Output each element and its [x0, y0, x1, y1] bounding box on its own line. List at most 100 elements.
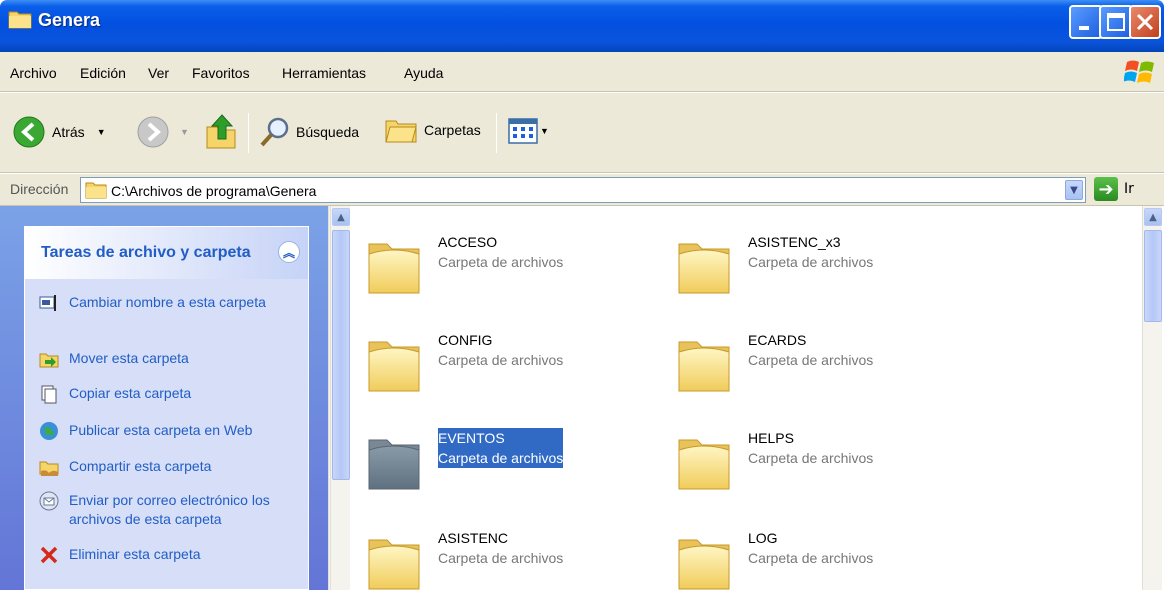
toolbar-separator — [496, 113, 497, 153]
rename-icon — [39, 293, 59, 313]
up-folder-icon — [206, 114, 236, 149]
back-button[interactable]: Atrás ▼ — [12, 115, 106, 149]
file-folder-tasks: Tareas de archivo y carpeta ︽ Cambiar no… — [24, 226, 309, 590]
folder-icon — [85, 182, 107, 199]
folder-icon — [678, 341, 730, 392]
file-name: HELPS — [748, 430, 794, 446]
folder-item-ecards[interactable]: ECARDS Carpeta de archivos — [676, 330, 873, 394]
task-label: Mover esta carpeta — [69, 350, 189, 366]
file-name: ACCESO — [438, 234, 498, 250]
file-type: Carpeta de archivos — [748, 450, 874, 466]
file-name: LOG — [748, 530, 778, 546]
menu-favoritos[interactable]: Favoritos — [192, 65, 250, 81]
menu-ayuda[interactable]: Ayuda — [404, 65, 443, 81]
folder-icon — [8, 11, 32, 29]
task-share[interactable]: Compartir esta carpeta — [39, 457, 289, 477]
folder-item-config[interactable]: CONFIG Carpeta de archivos — [366, 330, 563, 394]
close-icon — [1136, 13, 1154, 31]
folder-icon — [368, 243, 420, 294]
file-type: Carpeta de archivos — [748, 550, 874, 566]
task-label: Compartir esta carpeta — [69, 458, 212, 474]
task-rename[interactable]: Cambiar nombre a esta carpeta — [39, 293, 289, 313]
menu-herramientas[interactable]: Herramientas — [282, 65, 366, 81]
task-copy[interactable]: Copiar esta carpeta — [39, 384, 289, 404]
task-delete[interactable]: Eliminar esta carpeta — [39, 545, 289, 565]
task-move[interactable]: Mover esta carpeta — [39, 349, 289, 369]
minimize-button[interactable] — [1069, 5, 1103, 39]
task-label: Copiar esta carpeta — [69, 385, 192, 401]
go-label: Ir — [1124, 181, 1134, 197]
folder-item-log[interactable]: LOG Carpeta de archivos — [676, 528, 873, 590]
publish-web-icon — [39, 421, 59, 441]
go-arrow-icon: ➔ — [1094, 177, 1118, 201]
search-label: Búsqueda — [296, 124, 360, 140]
email-icon — [39, 491, 59, 511]
address-field[interactable]: C:\Archivos de programa\Genera ▼ — [80, 177, 1086, 203]
task-label: Cambiar nombre a esta carpeta — [69, 294, 266, 310]
title-bar[interactable]: Genera — [0, 0, 1164, 52]
search-button[interactable]: Búsqueda — [258, 115, 359, 149]
scroll-up-icon[interactable]: ▲ — [1144, 208, 1162, 226]
back-dropdown-icon[interactable]: ▼ — [97, 127, 106, 137]
go-button[interactable]: ➔ Ir — [1094, 177, 1134, 201]
task-email[interactable]: Enviar por correo electrónico los archiv… — [39, 491, 289, 529]
file-type: Carpeta de archivos — [438, 550, 564, 566]
task-panel-header[interactable]: Tareas de archivo y carpeta ︽ — [25, 227, 308, 279]
close-button[interactable] — [1129, 5, 1161, 39]
forward-arrow-icon — [137, 116, 169, 148]
file-list: ACCESO Carpeta de archivos ASISTENC_x3 C… — [350, 206, 1140, 590]
file-name: ECARDS — [748, 332, 807, 348]
forward-dropdown-icon[interactable]: ▼ — [180, 127, 189, 137]
address-dropdown-icon[interactable]: ▼ — [1065, 180, 1083, 200]
address-bar: Dirección C:\Archivos de programa\Genera… — [0, 174, 1164, 206]
folder-icon — [678, 539, 730, 590]
folder-icon — [368, 539, 420, 590]
address-path: C:\Archivos de programa\Genera — [111, 183, 317, 199]
file-list-scrollbar[interactable]: ▲ — [1142, 206, 1162, 590]
folder-item-helps[interactable]: HELPS Carpeta de archivos — [676, 428, 873, 492]
file-type: Carpeta de archivos — [748, 254, 874, 270]
scroll-up-icon[interactable]: ▲ — [332, 208, 350, 226]
address-label: Dirección — [10, 181, 69, 197]
menu-ver[interactable]: Ver — [148, 65, 169, 81]
task-label: Enviar por correo electrónico los archiv… — [69, 492, 270, 527]
forward-button[interactable]: ▼ — [136, 115, 189, 149]
task-publish[interactable]: Publicar esta carpeta en Web — [39, 421, 289, 441]
toolbar: Atrás ▼ ▼ Búsqueda Carpetas ▼ — [0, 93, 1164, 173]
share-icon — [39, 457, 59, 477]
file-type: Carpeta de archivos — [438, 450, 564, 466]
views-dropdown-icon[interactable]: ▼ — [540, 126, 549, 136]
scroll-thumb[interactable] — [332, 230, 350, 480]
task-panel: Tareas de archivo y carpeta ︽ Cambiar no… — [0, 206, 348, 590]
collapse-icon[interactable]: ︽ — [278, 241, 300, 263]
menu-edicion[interactable]: Edición — [80, 65, 126, 81]
folder-icon — [678, 439, 730, 490]
folder-item-acceso[interactable]: ACCESO Carpeta de archivos — [366, 232, 563, 296]
back-arrow-icon — [13, 116, 45, 148]
folder-icon — [368, 341, 420, 392]
scroll-thumb[interactable] — [1144, 230, 1162, 322]
folder-item-asistenc-x3[interactable]: ASISTENC_x3 Carpeta de archivos — [676, 232, 873, 296]
menu-bar: Archivo Edición Ver Favoritos Herramient… — [0, 52, 1164, 92]
windows-logo-icon — [1124, 60, 1154, 83]
views-button[interactable]: ▼ — [508, 117, 549, 145]
views-icon — [508, 118, 538, 144]
move-icon — [39, 349, 59, 369]
up-folder-button[interactable] — [204, 111, 238, 151]
file-type: Carpeta de archivos — [438, 352, 564, 368]
search-icon — [260, 117, 289, 147]
task-label: Publicar esta carpeta en Web — [69, 422, 253, 438]
folder-item-asistenc[interactable]: ASISTENC Carpeta de archivos — [366, 528, 563, 590]
maximize-button[interactable] — [1099, 5, 1133, 39]
file-type: Carpeta de archivos — [748, 352, 874, 368]
task-label: Eliminar esta carpeta — [69, 546, 201, 562]
menu-archivo[interactable]: Archivo — [10, 65, 57, 81]
folders-button[interactable]: Carpetas — [384, 115, 481, 145]
file-name: EVENTOS — [438, 430, 505, 446]
file-name: CONFIG — [438, 332, 493, 348]
folder-item-eventos[interactable]: EVENTOS Carpeta de archivos — [366, 428, 564, 492]
task-panel-scrollbar[interactable]: ▲ — [330, 206, 350, 590]
maximize-icon — [1107, 13, 1125, 31]
folders-icon — [385, 120, 417, 143]
copy-icon — [39, 384, 59, 404]
